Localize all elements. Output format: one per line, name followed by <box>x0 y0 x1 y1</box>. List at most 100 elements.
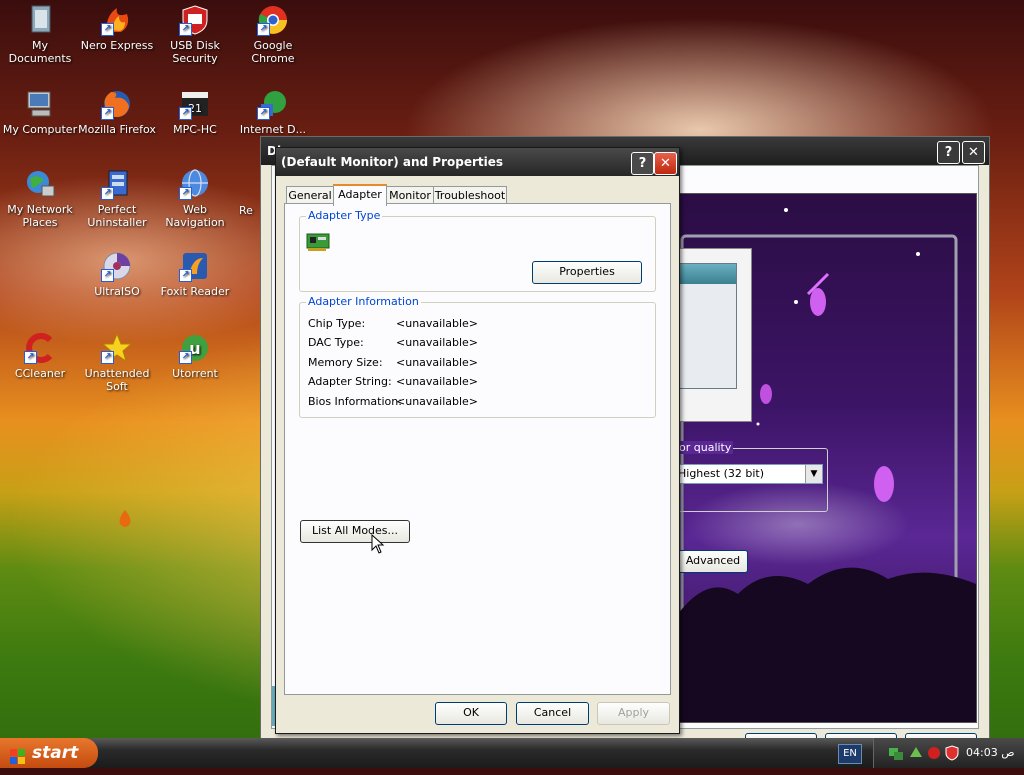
desktop-icon-label: Nero Express <box>80 39 154 52</box>
adapter-tab-panel: Adapter Type Properties Adapter Informat… <box>284 203 671 695</box>
desktop-icon-label: CCleaner <box>14 367 66 380</box>
desktop-icon-utorrent[interactable]: u ↗ Utorrent <box>155 332 235 380</box>
desktop-icon-perfect-uninstaller[interactable]: ↗ Perfect Uninstaller <box>77 168 157 229</box>
memory-size-label: Memory Size: <box>308 356 383 369</box>
desktop-icon-nero-express[interactable]: ↗ Nero Express <box>77 4 157 52</box>
antivirus-tray-icon[interactable] <box>926 745 942 764</box>
tab-monitor[interactable]: Monitor <box>386 186 434 204</box>
desktop-icon-my-computer[interactable]: My Computer <box>0 88 80 136</box>
utorrent-tray-icon[interactable] <box>908 745 924 764</box>
taskbar: start EN ص 04:03 <box>0 738 1024 768</box>
close-button[interactable]: ✕ <box>962 141 985 164</box>
utorrent-icon: u ↗ <box>179 332 211 364</box>
dialog-close-button[interactable]: ✕ <box>654 152 677 175</box>
mouse-cursor-icon <box>371 533 385 554</box>
desktop-icon-web-navigation[interactable]: ↗ Web Navigation <box>155 168 235 229</box>
shortcut-arrow-icon: ↗ <box>24 351 37 364</box>
shortcut-arrow-icon: ↗ <box>101 107 114 120</box>
cancel-button[interactable]: Cancel <box>516 702 589 725</box>
tab-label: General <box>288 189 332 202</box>
desktop-icon-label: Internet D... <box>239 123 307 136</box>
desktop-flame-decoration <box>116 508 134 530</box>
monitor-preview: or quality Highest (32 bit) ▼ Advanced <box>677 193 977 723</box>
tab-label: Monitor <box>389 189 431 202</box>
globe-icon: ↗ <box>179 168 211 200</box>
nero-flame-icon: ↗ <box>101 4 133 36</box>
ccleaner-icon: ↗ <box>24 332 56 364</box>
desktop-icon-label: My Network Places <box>7 203 73 229</box>
chevron-down-icon[interactable]: ▼ <box>805 465 822 483</box>
film-clapper-icon: 21 ↗ <box>179 88 211 120</box>
disc-icon: ↗ <box>101 250 133 282</box>
tab-label: Adapter <box>338 188 382 201</box>
system-tray: ص 04:03 <box>873 738 1024 768</box>
start-button[interactable]: start <box>0 738 98 768</box>
network-tray-icon[interactable] <box>888 745 904 764</box>
desktop-icon-mpc-hc[interactable]: 21 ↗ MPC-HC <box>155 88 235 136</box>
desktop-icon-label: USB Disk Security <box>170 39 220 65</box>
adapter-information-group: Adapter Information Chip Type: <unavaila… <box>299 295 656 418</box>
color-quality-select[interactable]: Highest (32 bit) ▼ <box>677 464 823 484</box>
shortcut-arrow-icon: ↗ <box>179 107 192 120</box>
preview-screen <box>678 248 752 422</box>
shortcut-arrow-icon: ↗ <box>101 269 114 282</box>
advanced-button[interactable]: Advanced <box>678 550 748 573</box>
desktop-icon-ccleaner[interactable]: ↗ CCleaner <box>0 332 80 380</box>
chip-type-label: Chip Type: <box>308 317 366 330</box>
shortcut-arrow-icon: ↗ <box>179 187 192 200</box>
desktop-icon-google-chrome[interactable]: ↗ Google Chrome <box>233 4 313 65</box>
dialog-title: (Default Monitor) and Properties <box>281 155 504 169</box>
help-button[interactable]: ? <box>937 141 960 164</box>
shield-icon: ↗ <box>179 4 211 36</box>
desktop-icon-unattended-soft[interactable]: ↗ Unattended Soft <box>77 332 157 393</box>
shortcut-arrow-icon: ↗ <box>179 23 192 36</box>
list-all-modes-label: List All Modes... <box>311 524 399 537</box>
properties-button[interactable]: Properties <box>532 261 642 284</box>
video-card-icon <box>306 231 332 253</box>
dialog-titlebar[interactable]: (Default Monitor) and Properties <box>276 148 679 176</box>
star-icon: ↗ <box>101 332 133 364</box>
desktop-icon-label: My Computer <box>2 123 78 136</box>
desktop-icon-label: Google Chrome <box>251 39 295 65</box>
globe-download-icon: ↗ <box>257 88 289 120</box>
dialog-help-button[interactable]: ? <box>631 152 654 175</box>
desktop-icon-my-documents[interactable]: My Documents <box>0 4 80 65</box>
desktop-icon-my-network-places[interactable]: My Network Places <box>0 168 80 229</box>
shortcut-arrow-icon: ↗ <box>101 23 114 36</box>
list-all-modes-button[interactable]: List All Modes... <box>300 520 410 543</box>
clock[interactable]: ص 04:03 <box>966 746 1015 759</box>
dac-type-value: <unavailable> <box>396 336 479 349</box>
bios-information-label: Bios Information: <box>308 395 402 408</box>
desktop-icon-usb-disk-security[interactable]: ↗ USB Disk Security <box>155 4 235 65</box>
apply-button[interactable]: Apply <box>597 702 670 725</box>
desktop-icon-label: Unattended Soft <box>84 367 150 393</box>
tab-general[interactable]: General <box>286 186 334 204</box>
tab-label: Troubleshoot <box>434 189 506 202</box>
shield-tray-icon[interactable] <box>944 745 960 764</box>
desktop-icon-label: MPC-HC <box>173 123 217 136</box>
shortcut-arrow-icon: ↗ <box>257 23 270 36</box>
foxit-icon: ↗ <box>179 250 211 282</box>
color-quality-value: Highest (32 bit) <box>678 467 765 480</box>
shortcut-arrow-icon: ↗ <box>179 269 192 282</box>
firefox-icon: ↗ <box>101 88 133 120</box>
network-globe-icon <box>24 168 56 200</box>
language-label: EN <box>843 748 857 759</box>
desktop-icon-label: Re <box>239 204 253 217</box>
desktop-icon-label: My Documents <box>8 39 72 65</box>
desktop-icon-mozilla-firefox[interactable]: ↗ Mozilla Firefox <box>77 88 157 136</box>
tab-adapter[interactable]: Adapter <box>333 184 387 206</box>
desktop-icon-ultraiso[interactable]: ↗ UltraISO <box>77 250 157 298</box>
chip-type-value: <unavailable> <box>396 317 479 330</box>
ok-button[interactable]: OK <box>435 702 507 725</box>
desktop-icon-foxit-reader[interactable]: ↗ Foxit Reader <box>155 250 235 298</box>
uninstaller-icon: ↗ <box>101 168 133 200</box>
desktop-icon-internet-download[interactable]: ↗ Internet D... <box>233 88 313 136</box>
properties-label: Properties <box>559 265 615 278</box>
adapter-string-label: Adapter String: <box>308 375 392 388</box>
preview-window-thumbnail <box>679 263 737 389</box>
tab-troubleshoot[interactable]: Troubleshoot <box>433 186 507 204</box>
adapter-information-legend: Adapter Information <box>306 295 421 308</box>
desktop-icon-label: Utorrent <box>172 367 218 380</box>
language-indicator[interactable]: EN <box>838 744 862 764</box>
